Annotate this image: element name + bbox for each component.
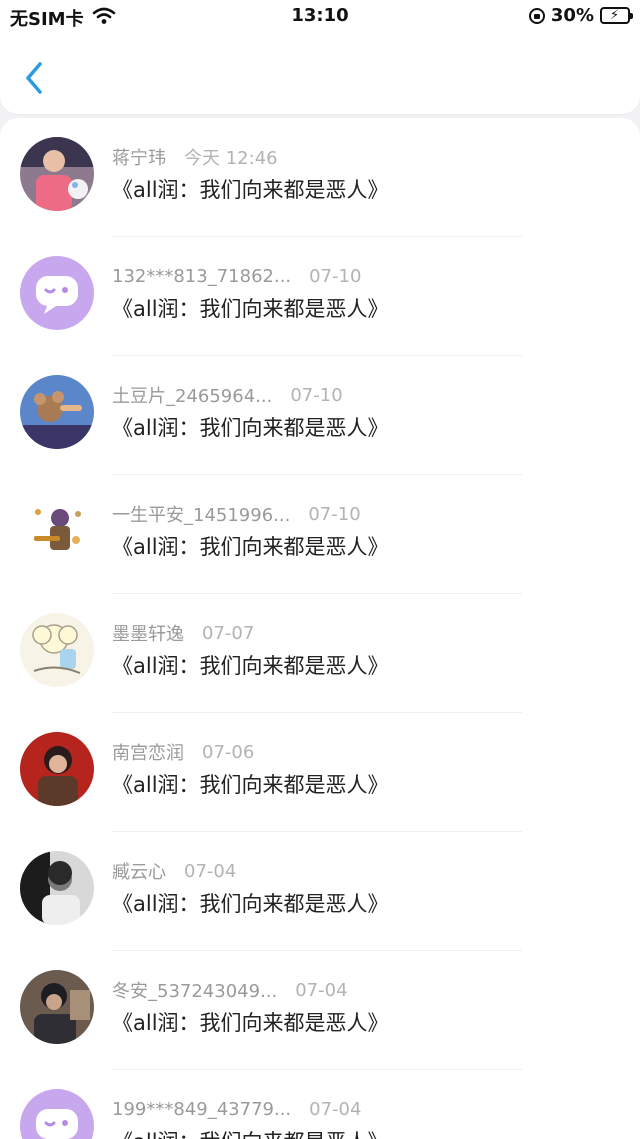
avatar[interactable] (20, 613, 94, 687)
name-row: 墨墨轩逸 07-07 (112, 620, 254, 646)
comment-time: 07-04 (309, 1098, 362, 1120)
list-item[interactable]: 墨墨轩逸 07-07 《all润：我们向来都是恶人》 (0, 594, 640, 713)
orientation-lock-icon (528, 7, 545, 24)
comment-time: 07-10 (309, 265, 362, 287)
user-name[interactable]: 臧云心 (112, 858, 166, 884)
avatar[interactable] (20, 851, 94, 925)
comment-time: 07-04 (184, 860, 237, 882)
comment-time: 07-10 (308, 503, 361, 525)
list-item[interactable]: 132***813_71862... 07-10 《all润：我们向来都是恶人》 (0, 237, 640, 356)
name-row: 一生平安_1451996... 07-10 (112, 501, 361, 527)
user-name[interactable]: 132***813_71862... (112, 266, 291, 287)
avatar[interactable] (20, 256, 94, 330)
list-item[interactable]: 南宫恋润 07-06 《all润：我们向来都是恶人》 (0, 713, 640, 832)
comment-time: 今天 12:46 (184, 148, 278, 169)
name-row: 臧云心 07-04 (112, 858, 236, 884)
name-row: 199***849_43779... 07-04 (112, 1096, 361, 1122)
comment-message[interactable]: 《all润：我们向来都是恶人》 (112, 1126, 389, 1139)
battery-charging-icon: ⚡ (600, 7, 633, 24)
comment-time: 07-06 (202, 741, 255, 763)
comment-message[interactable]: 《all润：我们向来都是恶人》 (112, 293, 389, 323)
avatar[interactable] (20, 375, 94, 449)
list-item[interactable]: 蒋宁玮 今天 12:46 《all润：我们向来都是恶人》 (0, 118, 640, 237)
back-button[interactable] (18, 56, 54, 96)
comment-message[interactable]: 《all润：我们向来都是恶人》 (112, 174, 389, 204)
user-name[interactable]: 199***849_43779... (112, 1099, 291, 1120)
comment-message[interactable]: 《all润：我们向来都是恶人》 (112, 769, 389, 799)
comment-message[interactable]: 《all润：我们向来都是恶人》 (112, 1007, 389, 1037)
user-name[interactable]: 蒋宁玮 (112, 144, 166, 170)
list-item[interactable]: 199***849_43779... 07-04 《all润：我们向来都是恶人》 (0, 1070, 640, 1139)
list-item[interactable]: 臧云心 07-04 《all润：我们向来都是恶人》 (0, 832, 640, 951)
comment-message[interactable]: 《all润：我们向来都是恶人》 (112, 650, 389, 680)
comment-message[interactable]: 《all润：我们向来都是恶人》 (112, 888, 389, 918)
status-bar: 无SIM卡 13:10 30% ⚡ (0, 0, 640, 34)
name-row: 土豆片_2465964... 07-10 (112, 382, 343, 408)
user-name[interactable]: 墨墨轩逸 (112, 620, 184, 646)
avatar[interactable] (20, 970, 94, 1044)
name-row: 蒋宁玮 今天 12:46 (112, 144, 278, 170)
user-name[interactable]: 南宫恋润 (112, 739, 184, 765)
comment-message[interactable]: 《all润：我们向来都是恶人》 (112, 531, 389, 561)
name-row: 132***813_71862... 07-10 (112, 263, 361, 289)
comment-time: 07-04 (295, 979, 348, 1001)
chevron-left-icon (26, 62, 42, 94)
comment-list: 蒋宁玮 今天 12:46 《all润：我们向来都是恶人》 132***813_7… (0, 118, 640, 1139)
list-item[interactable]: 一生平安_1451996... 07-10 《all润：我们向来都是恶人》 (0, 475, 640, 594)
name-row: 冬安_537243049... 07-04 (112, 977, 348, 1003)
avatar[interactable] (20, 732, 94, 806)
comment-message[interactable]: 《all润：我们向来都是恶人》 (112, 412, 389, 442)
list-item[interactable]: 冬安_537243049... 07-04 《all润：我们向来都是恶人》 (0, 951, 640, 1070)
navigation-bar (0, 34, 640, 114)
comment-time: 07-07 (202, 622, 255, 644)
user-name[interactable]: 冬安_537243049... (112, 977, 277, 1003)
battery-percent: 30% (550, 5, 594, 26)
avatar[interactable] (20, 1089, 94, 1139)
name-row: 南宫恋润 07-06 (112, 739, 254, 765)
status-right: 30% ⚡ (528, 5, 633, 26)
bolt-icon: ⚡ (610, 8, 620, 23)
comment-time: 07-10 (290, 384, 343, 406)
avatar[interactable] (20, 137, 94, 211)
avatar[interactable] (20, 494, 94, 568)
user-name[interactable]: 土豆片_2465964... (112, 382, 272, 408)
user-name[interactable]: 一生平安_1451996... (112, 501, 290, 527)
list-item[interactable]: 土豆片_2465964... 07-10 《all润：我们向来都是恶人》 (0, 356, 640, 475)
